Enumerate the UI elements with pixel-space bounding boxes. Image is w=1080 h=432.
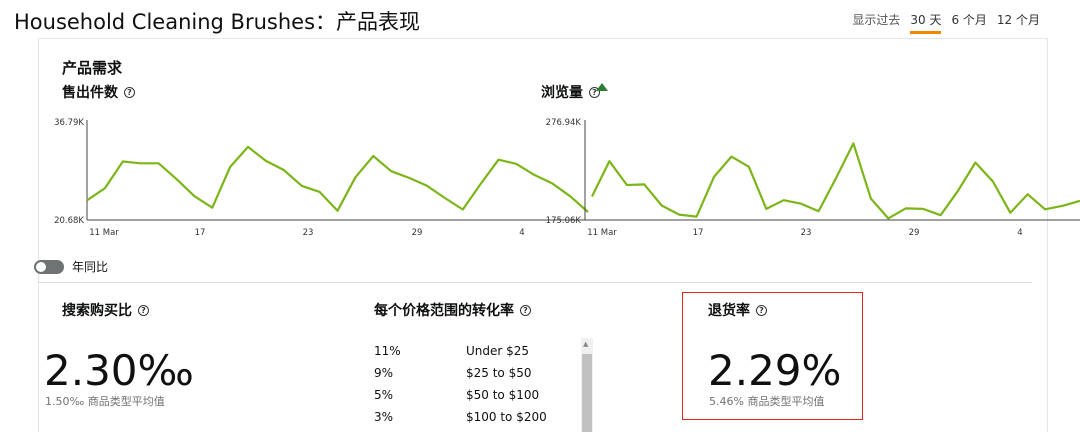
list-item: 3% $100 to $200 xyxy=(374,406,547,428)
price-range: $25 to $50 xyxy=(466,366,532,380)
y-max-label: 36.79K xyxy=(54,118,84,128)
page-title: Household Cleaning Brushes：产品表现 xyxy=(14,10,421,34)
conversion-pct: 5% xyxy=(374,388,394,402)
y-min-label: 175.06K xyxy=(546,216,582,226)
units-sold-title: 售出件数 ? xyxy=(62,82,135,102)
highlight-box xyxy=(682,292,863,420)
page-views-label: 浏览量 xyxy=(541,85,583,101)
units-sold-chart: 36.79K 20.68K 11 Mar 17 23 29 4 xyxy=(54,118,589,238)
y-max-label: 276.94K xyxy=(546,118,582,128)
x-tick-label: 23 xyxy=(303,228,314,238)
price-range: $50 to $100 xyxy=(466,388,540,402)
yoy-toggle-label: 年同比 xyxy=(72,260,109,274)
list-item: 9% $25 to $50 xyxy=(374,362,547,384)
x-tick-label: 29 xyxy=(909,228,920,238)
time-range-selector: 显示过去 30 天 6 个月 12 个月 xyxy=(852,11,1040,34)
help-icon[interactable]: ? xyxy=(138,304,149,316)
yoy-toggle[interactable] xyxy=(34,259,64,274)
x-tick-label: 11 Mar xyxy=(587,228,617,238)
conversion-pct: 3% xyxy=(374,410,394,424)
demand-charts: 36.79K 20.68K 11 Mar 17 23 29 4 276.94K 175.06K… xyxy=(54,118,1080,238)
help-icon[interactable]: ? xyxy=(124,86,135,98)
series-line xyxy=(86,145,589,213)
conversion-scrollbar[interactable]: ▲ xyxy=(581,338,593,432)
range-label: 显示过去 xyxy=(852,13,901,27)
search-purchase-value: 2.30‰ xyxy=(44,346,194,395)
range-6-months[interactable]: 6 个月 xyxy=(951,11,986,31)
x-tick-label: 17 xyxy=(693,228,704,238)
conversion-list: 11% Under $25 9% $25 to $50 5% $50 to $1… xyxy=(374,340,547,428)
range-12-months[interactable]: 12 个月 xyxy=(997,11,1040,31)
conversion-pct: 11% xyxy=(374,344,401,358)
x-tick-label: 23 xyxy=(801,228,812,238)
divider xyxy=(38,282,1032,283)
price-range: Under $25 xyxy=(466,344,530,358)
yoy-toggle-row: 年同比 xyxy=(34,258,108,275)
x-tick-label: 4 xyxy=(519,228,524,238)
x-tick-label: 17 xyxy=(195,228,206,238)
section-title: 产品需求 xyxy=(62,59,123,77)
search-purchase-label: 搜索购买比 xyxy=(62,303,132,319)
range-30-days[interactable]: 30 天 xyxy=(910,11,942,34)
scrollbar-thumb[interactable] xyxy=(582,354,592,432)
list-item: 5% $50 to $100 xyxy=(374,384,547,406)
conversion-title: 每个价格范围的转化率 ? xyxy=(374,300,531,320)
search-purchase-title: 搜索购买比 ? xyxy=(62,300,149,320)
page-views-chart: 276.94K 175.06K 11 Mar 17 23 29 4 xyxy=(546,118,1080,238)
price-range: $100 to $200 xyxy=(466,410,547,424)
help-icon[interactable]: ? xyxy=(520,304,531,316)
y-min-label: 20.68K xyxy=(54,216,84,226)
x-tick-label: 11 Mar xyxy=(89,228,119,238)
x-tick-label: 4 xyxy=(1017,228,1022,238)
series-line xyxy=(591,142,1080,220)
trend-up-icon xyxy=(596,83,608,91)
x-tick-label: 29 xyxy=(412,228,423,238)
units-sold-label: 售出件数 xyxy=(62,85,118,101)
page-views-title: 浏览量 ? xyxy=(541,82,608,102)
scroll-up-arrow-icon[interactable]: ▲ xyxy=(583,340,588,348)
conversion-label: 每个价格范围的转化率 xyxy=(374,303,514,319)
search-purchase-average: 1.50‰ 商品类型平均值 xyxy=(45,395,165,408)
conversion-pct: 9% xyxy=(374,366,394,380)
list-item: 11% Under $25 xyxy=(374,340,547,362)
